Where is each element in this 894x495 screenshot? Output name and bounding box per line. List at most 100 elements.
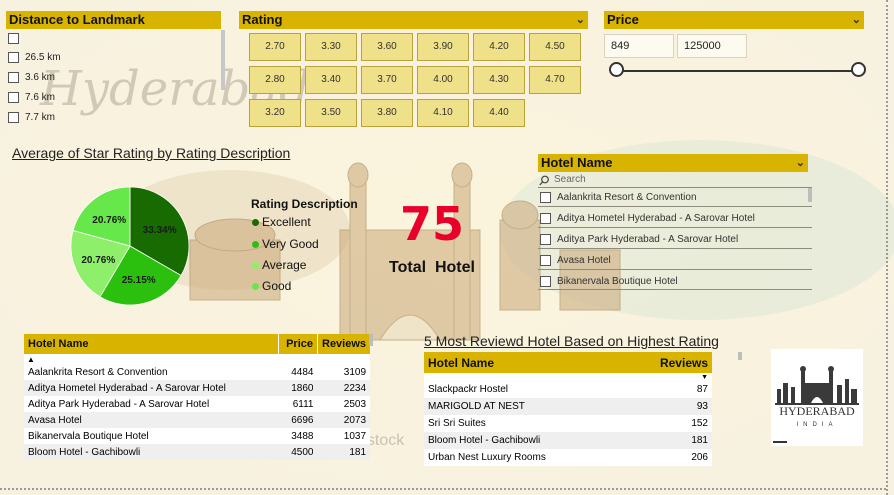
divider — [538, 206, 812, 207]
pie-data-label: 33.34% — [143, 225, 177, 236]
column-header-price[interactable]: Price — [278, 334, 318, 354]
table-row[interactable]: Aalankrita Resort & Convention 4484 3109 — [24, 364, 371, 380]
logo-subtext: INDIA — [796, 422, 837, 428]
distance-option[interactable]: 7.6 km — [8, 92, 55, 103]
distance-slicer-header: Distance to Landmark — [6, 11, 221, 29]
price-slider-track[interactable] — [616, 70, 858, 72]
chevron-down-icon[interactable]: ⌄ — [796, 154, 805, 172]
chevron-down-icon[interactable]: ⌄ — [576, 11, 585, 29]
distance-option[interactable] — [8, 33, 25, 44]
hotel-option[interactable]: Aditya Hometel Hyderabad - A Sarovar Hot… — [540, 213, 755, 224]
rating-tile[interactable]: 4.20 — [473, 33, 525, 61]
rating-tile[interactable]: 2.70 — [249, 33, 301, 61]
legend-item-good[interactable]: Good — [252, 279, 291, 293]
table-row[interactable]: Aditya Park Hyderabad - A Sarovar Hotel 6… — [24, 396, 371, 412]
hotel-option[interactable]: Aalankrita Resort & Convention — [540, 192, 697, 203]
hotel-option[interactable]: Avasa Hotel — [540, 255, 611, 266]
table-row[interactable]: Avasa Hotel 6696 2073 — [24, 412, 371, 428]
divider — [538, 248, 812, 249]
table-row[interactable]: Bloom Hotel - Gachibowli 181 — [424, 432, 712, 449]
column-header-hotel-name[interactable]: Hotel Name — [24, 334, 279, 354]
hotel-slicer-scrollbar[interactable] — [808, 188, 812, 202]
top-reviewed-title: 5 Most Reviewd Hotel Based on Highest Ra… — [424, 333, 719, 349]
rating-tile[interactable]: 4.30 — [473, 66, 525, 94]
hyderabad-logo: HYDERABAD INDIA — [771, 349, 863, 446]
distance-option[interactable]: 26.5 km — [8, 52, 61, 63]
rating-tile[interactable]: 3.50 — [305, 99, 357, 127]
search-icon — [539, 175, 549, 186]
rating-tile[interactable]: 4.40 — [473, 99, 525, 127]
rating-slicer-title: Rating — [242, 12, 283, 27]
hotel-slicer-title: Hotel Name — [541, 155, 613, 170]
divider — [538, 289, 812, 290]
table-row[interactable]: Bikanervala Boutique Hotel 3488 1037 — [24, 428, 371, 444]
kpi-label: Total Hotel — [389, 259, 475, 276]
legend-item-very-good[interactable]: Very Good — [252, 237, 319, 251]
price-max-input[interactable]: 125000 — [677, 34, 747, 58]
price-slicer-title: Price — [607, 12, 639, 27]
checkbox[interactable] — [540, 192, 551, 203]
pie-data-label: 25.15% — [122, 275, 156, 286]
distance-option[interactable]: 3.6 km — [8, 72, 55, 83]
chevron-down-icon[interactable]: ⌄ — [852, 11, 861, 29]
price-min-input[interactable]: 849 — [604, 34, 674, 58]
legend-dot-icon — [252, 283, 259, 291]
rating-tile[interactable]: 3.30 — [305, 33, 357, 61]
logo-text: HYDERABAD — [779, 404, 855, 418]
hotel-option[interactable]: Bikanervala Boutique Hotel — [540, 276, 678, 287]
pie-chart: 33.34% 25.15% 20.76% 20.76% — [70, 186, 190, 306]
hotel-table: Hotel Name Price Reviews ▲ Aalankrita Re… — [24, 334, 371, 460]
rating-tile[interactable]: 4.10 — [417, 99, 469, 127]
legend-item-average[interactable]: Average — [252, 258, 306, 272]
divider — [538, 269, 812, 270]
checkbox[interactable] — [8, 33, 19, 44]
checkbox[interactable] — [8, 92, 19, 103]
rating-tile[interactable]: 3.90 — [417, 33, 469, 61]
distance-slicer-scrollbar[interactable] — [221, 30, 225, 90]
table-row[interactable]: Sri Sri Suites 152 — [424, 415, 712, 432]
table-row[interactable]: Urban Nest Luxury Rooms 206 — [424, 449, 712, 466]
checkbox[interactable] — [8, 72, 19, 83]
rating-tile[interactable]: 3.20 — [249, 99, 301, 127]
table-row[interactable]: MARIGOLD AT NEST 93 — [424, 398, 712, 415]
charminar-skyline-icon: HYDERABAD INDIA — [773, 366, 859, 443]
checkbox[interactable] — [540, 213, 551, 224]
column-header-reviews[interactable]: Reviews — [654, 352, 712, 373]
hotel-search-box[interactable]: Search — [538, 173, 812, 188]
checkbox[interactable] — [540, 255, 551, 266]
price-slider-max-handle[interactable] — [850, 62, 866, 77]
sort-ascending-icon[interactable]: ▲ — [24, 354, 371, 364]
price-slider-min-handle[interactable] — [608, 62, 624, 77]
canvas-border-bottom — [0, 488, 886, 490]
checkbox[interactable] — [540, 234, 551, 245]
legend-item-excellent[interactable]: Excellent — [252, 215, 311, 229]
pie-data-label: 20.76% — [92, 215, 126, 226]
rating-tile[interactable]: 3.70 — [361, 66, 413, 94]
hotel-search-placeholder: Search — [554, 174, 586, 185]
distance-option[interactable]: 7.7 km — [8, 112, 55, 123]
rating-tile[interactable]: 4.00 — [417, 66, 469, 94]
distance-slicer-title: Distance to Landmark — [9, 12, 145, 27]
pie-legend-title: Rating Description — [251, 197, 358, 211]
column-header-reviews[interactable]: Reviews — [317, 334, 371, 354]
rating-tile[interactable]: 3.80 — [361, 99, 413, 127]
rating-tile[interactable]: 3.40 — [305, 66, 357, 94]
checkbox[interactable] — [8, 112, 19, 123]
rating-tile[interactable]: 2.80 — [249, 66, 301, 94]
rating-tile[interactable]: 4.50 — [529, 33, 581, 61]
hotel-table-scrollbar[interactable] — [369, 334, 373, 346]
pie-data-label: 20.76% — [81, 255, 115, 266]
sort-descending-icon[interactable]: ▼ — [424, 373, 712, 381]
table-row[interactable]: Slackpackr Hostel 87 — [424, 381, 712, 398]
hotel-option[interactable]: Aditya Park Hyderabad - A Sarovar Hotel — [540, 234, 738, 245]
rating-tile[interactable]: 4.70 — [529, 66, 581, 94]
table-row[interactable]: Bloom Hotel - Gachibowli 4500 181 — [24, 444, 371, 460]
column-header-hotel-name[interactable]: Hotel Name — [424, 352, 654, 373]
checkbox[interactable] — [540, 276, 551, 287]
top-reviewed-scrollbar[interactable] — [738, 352, 742, 360]
rating-tile[interactable]: 3.60 — [361, 33, 413, 61]
checkbox[interactable] — [8, 52, 19, 63]
price-slicer-header: Price ⌄ — [604, 11, 864, 29]
table-row[interactable]: Aditya Hometel Hyderabad - A Sarovar Hot… — [24, 380, 371, 396]
kpi-value: 75 — [399, 197, 464, 251]
